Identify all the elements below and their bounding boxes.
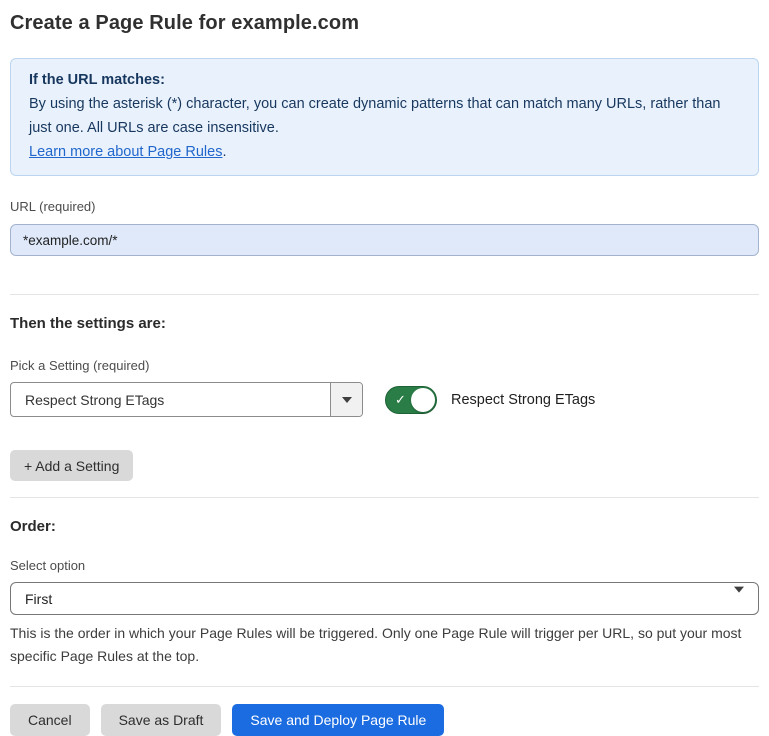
order-help-text: This is the order in which your Page Rul…	[10, 622, 755, 668]
check-icon: ✓	[395, 393, 406, 406]
info-box-body: By using the asterisk (*) character, you…	[29, 92, 740, 140]
order-select[interactable]: First	[10, 582, 759, 615]
url-match-info-box: If the URL matches: By using the asteris…	[10, 58, 759, 176]
setting-row: Respect Strong ETags ✓ Respect Strong ET…	[10, 382, 759, 417]
setting-select[interactable]: Respect Strong ETags	[10, 382, 363, 417]
page-title: Create a Page Rule for example.com	[10, 12, 759, 35]
setting-select-value: Respect Strong ETags	[11, 383, 330, 416]
divider	[10, 294, 759, 295]
url-input[interactable]	[10, 224, 759, 256]
divider	[10, 497, 759, 498]
info-box-link-line: Learn more about Page Rules.	[29, 140, 740, 164]
order-select-value: First	[25, 591, 52, 607]
settings-section-heading: Then the settings are:	[10, 315, 759, 332]
pick-setting-label: Pick a Setting (required)	[10, 358, 759, 373]
order-select-label: Select option	[10, 558, 759, 573]
chevron-down-icon	[342, 397, 352, 403]
etags-toggle[interactable]: ✓	[385, 386, 437, 414]
add-setting-button[interactable]: + Add a Setting	[10, 450, 133, 481]
url-field-label: URL (required)	[10, 199, 759, 214]
link-suffix: .	[222, 144, 226, 160]
toggle-knob	[411, 388, 435, 412]
form-actions: Cancel Save as Draft Save and Deploy Pag…	[10, 704, 759, 736]
learn-more-link[interactable]: Learn more about Page Rules	[29, 144, 222, 160]
divider	[10, 686, 759, 687]
setting-select-arrow-button[interactable]	[330, 383, 362, 416]
save-deploy-button[interactable]: Save and Deploy Page Rule	[232, 704, 444, 736]
info-box-heading: If the URL matches:	[29, 68, 740, 92]
cancel-button[interactable]: Cancel	[10, 704, 90, 736]
toggle-label: Respect Strong ETags	[451, 392, 595, 408]
select-caret-icon	[734, 592, 744, 608]
save-draft-button[interactable]: Save as Draft	[101, 704, 222, 736]
order-section-heading: Order:	[10, 518, 759, 535]
